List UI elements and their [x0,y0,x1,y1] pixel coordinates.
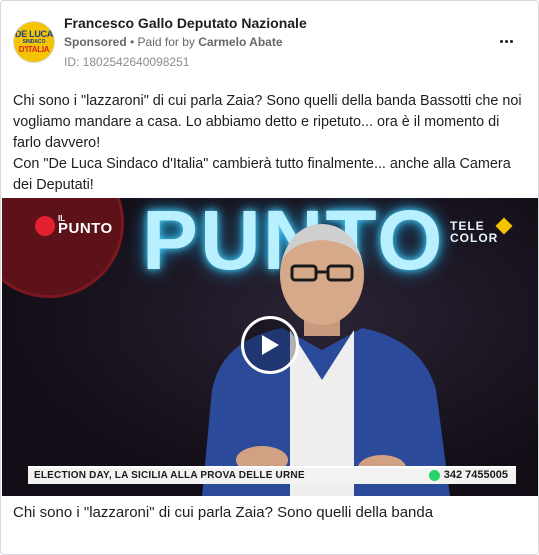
speaker-figure [202,224,450,496]
paid-for-label: Paid for by [137,35,199,49]
ad-card: DE LUCA SINDACO D'ITALIA Francesco Gallo… [0,0,539,555]
ad-id: ID: 1802542640098251 [64,55,190,69]
show-logo-punto: PUNTO [58,220,113,237]
show-logo-dot [35,216,55,236]
more-horizontal-icon [499,39,503,43]
ticker-headline: ELECTION DAY, LA SICILIA ALLA PROVA DELL… [34,470,305,481]
post-paragraph-2: Con "De Luca Sindaco d'Italia" cambierà … [13,156,511,193]
video-caption[interactable]: Chi sono i "lazzaroni" di cui parla Zaia… [13,504,433,521]
sponsored-line: Sponsored • Paid for by Carmelo Abate [64,35,283,49]
sponsored-label: Sponsored [64,35,127,49]
video-player[interactable]: IL PUNTO PUNTO TELE COLOR [2,198,538,496]
page-name-link[interactable]: Francesco Gallo Deputato Nazionale [64,15,307,31]
whatsapp-icon [428,469,440,481]
play-icon [262,335,279,355]
more-options-button[interactable] [494,31,518,51]
avatar-line-1: DE LUCA [15,29,53,39]
ticker-phone: 342 7455005 [428,469,508,481]
avatar-line-3: D'ITALIA [18,45,50,54]
avatar[interactable]: DE LUCA SINDACO D'ITALIA [13,21,55,63]
channel-logo: TELE COLOR [450,217,514,244]
meta-separator: • [126,35,138,49]
news-ticker: ELECTION DAY, LA SICILIA ALLA PROVA DELL… [28,466,516,484]
post-text: Chi sono i "lazzaroni" di cui parla Zaia… [13,91,528,196]
post-paragraph-1: Chi sono i "lazzaroni" di cui parla Zaia… [13,93,522,151]
post-header: DE LUCA SINDACO D'ITALIA Francesco Gallo… [11,11,528,73]
ticker-phone-number: 342 7455005 [443,469,508,481]
payer-name[interactable]: Carmelo Abate [198,35,282,49]
play-button[interactable] [241,316,299,374]
